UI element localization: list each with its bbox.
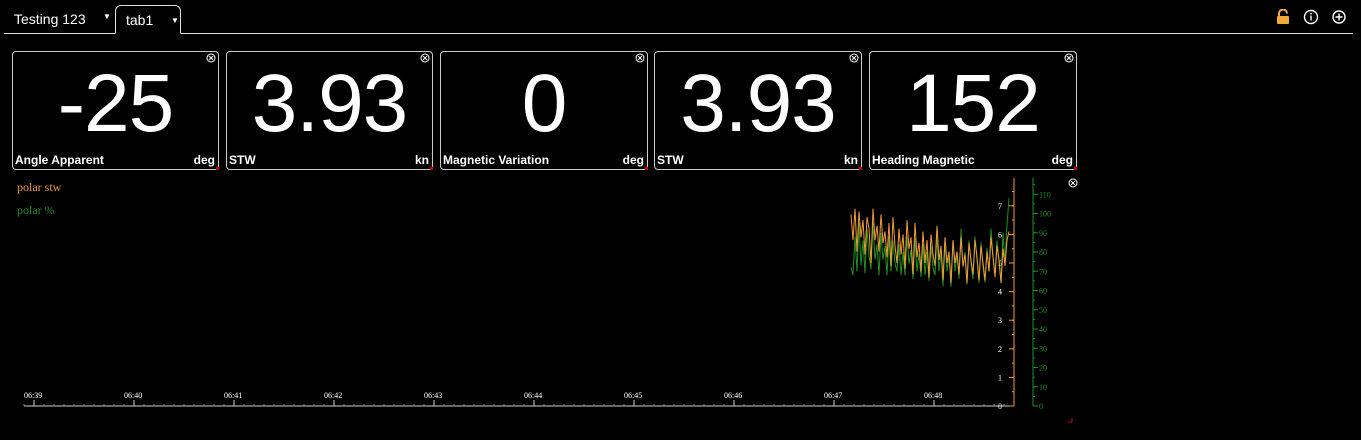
y-tick-label-percent: 80	[1039, 248, 1047, 257]
gauge-label: Magnetic Variation	[443, 153, 550, 167]
y-tick-label-percent: 40	[1039, 325, 1047, 334]
gauge-value: 3.93	[680, 58, 837, 149]
y-tick-label-percent: 70	[1039, 267, 1047, 276]
tab-label: Testing 123	[14, 11, 86, 27]
resize-handle[interactable]	[430, 167, 433, 170]
gauge-label: STW	[657, 153, 684, 167]
tab-testing-123[interactable]: Testing 123	[6, 5, 94, 33]
y-tick-label-stw: 7	[998, 202, 1002, 211]
x-tick-label: 06:41	[224, 391, 242, 400]
gauge-stw[interactable]: 3.93 STW kn	[226, 51, 433, 170]
resize-handle[interactable]	[859, 167, 862, 170]
gauge-value: -25	[57, 58, 175, 149]
x-tick-label: 06:46	[724, 391, 742, 400]
gauge-label: STW	[229, 153, 256, 167]
chevron-down-icon[interactable]: ▼	[103, 12, 111, 21]
tab-tab1[interactable]: tab1 ▼	[115, 5, 181, 34]
close-icon[interactable]	[206, 53, 216, 63]
x-tick-label: 06:48	[924, 391, 942, 400]
y-tick-label-percent: 0	[1039, 402, 1043, 411]
gauge-value: 3.93	[251, 58, 409, 149]
y-tick-label-percent: 10	[1039, 383, 1047, 392]
chart-plot: 06:39 06:40 06:41 06:42 06:43 06:44 06:45 06:46…	[23, 178, 1073, 423]
tab-bar: Testing 123 ▼ tab1 ▼	[0, 0, 1361, 34]
close-icon[interactable]	[1064, 53, 1074, 63]
gauge-label: Heading Magnetic	[872, 153, 975, 167]
x-tick-label: 06:42	[324, 391, 342, 400]
gauge-magnetic-variation[interactable]: 0 Magnetic Variation deg	[440, 51, 648, 170]
y-tick-label-percent: 110	[1039, 190, 1051, 199]
chevron-down-icon[interactable]: ▼	[171, 16, 179, 25]
polar-chart[interactable]: polar stw polar % 06:39 06:40 06:41 06:42 06…	[10, 174, 1080, 426]
x-tick-label: 06:45	[624, 391, 642, 400]
gauge-unit: kn	[843, 153, 858, 167]
y-tick-label-stw: 6	[998, 230, 1002, 239]
y-tick-label-stw: 1	[998, 373, 1002, 382]
y-tick-label-percent: 60	[1039, 287, 1047, 296]
resize-handle[interactable]	[645, 167, 648, 170]
gauge-value: 0	[521, 58, 568, 149]
y-tick-label-percent: 50	[1039, 306, 1047, 315]
close-icon[interactable]	[420, 53, 430, 63]
y-tick-label-stw: 3	[998, 316, 1002, 325]
gauge-stw-2[interactable]: 3.93 STW kn	[654, 51, 862, 170]
resize-handle[interactable]	[216, 167, 219, 170]
y-tick-label-percent: 90	[1039, 229, 1047, 238]
y-tick-label-percent: 30	[1039, 344, 1047, 353]
unlocked-padlock-icon[interactable]	[1275, 9, 1291, 25]
info-icon[interactable]	[1303, 9, 1319, 25]
gauge-unit: deg	[193, 153, 215, 167]
tab-bar-divider	[4, 33, 1353, 34]
tab-label: tab1	[126, 11, 154, 28]
gauge-angle-apparent[interactable]: -25 Angle Apparent deg	[12, 51, 219, 170]
gauge-heading-magnetic[interactable]: 152 Heading Magnetic deg	[869, 51, 1077, 170]
gauge-unit: deg	[622, 153, 644, 167]
x-tick-label: 06:44	[524, 391, 542, 400]
gauge-unit: deg	[1051, 153, 1073, 167]
y-tick-label-stw: 2	[998, 345, 1002, 354]
x-tick-label: 06:47	[824, 391, 842, 400]
resize-handle[interactable]	[1074, 167, 1077, 170]
gauge-label: Angle Apparent	[15, 153, 104, 167]
y-tick-label-stw: 0	[998, 402, 1002, 411]
gauge-value: 152	[906, 58, 1041, 149]
x-tick-label: 06:40	[124, 391, 142, 400]
gauge-unit: kn	[414, 153, 429, 167]
add-circle-icon[interactable]	[1331, 9, 1347, 25]
close-icon[interactable]	[849, 53, 859, 63]
x-tick-label: 06:43	[424, 391, 442, 400]
y-tick-label-percent: 20	[1039, 364, 1047, 373]
y-tick-label-stw: 4	[998, 288, 1002, 297]
close-icon[interactable]	[635, 53, 645, 63]
resize-handle	[1068, 418, 1073, 423]
y-tick-label-percent: 100	[1039, 210, 1051, 219]
x-tick-label: 06:39	[24, 391, 42, 400]
